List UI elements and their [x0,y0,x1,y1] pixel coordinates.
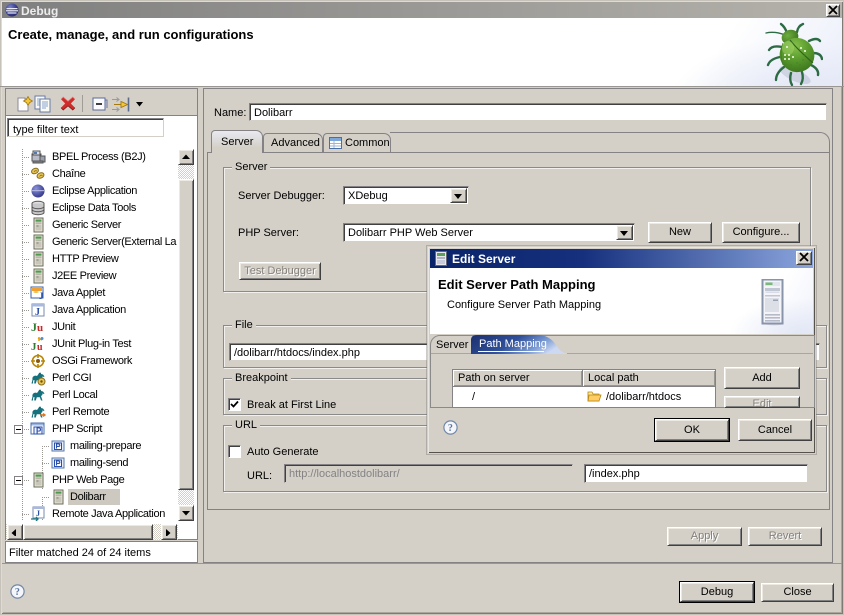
svg-text:P: P [36,427,42,436]
svg-text:u: u [37,342,43,352]
svg-text:u: u [37,322,43,334]
svg-text:?: ? [448,423,453,434]
svg-text:J: J [35,307,40,318]
svg-text:J: J [36,509,40,518]
svg-text:J: J [39,291,44,301]
svg-text:?: ? [15,587,20,598]
